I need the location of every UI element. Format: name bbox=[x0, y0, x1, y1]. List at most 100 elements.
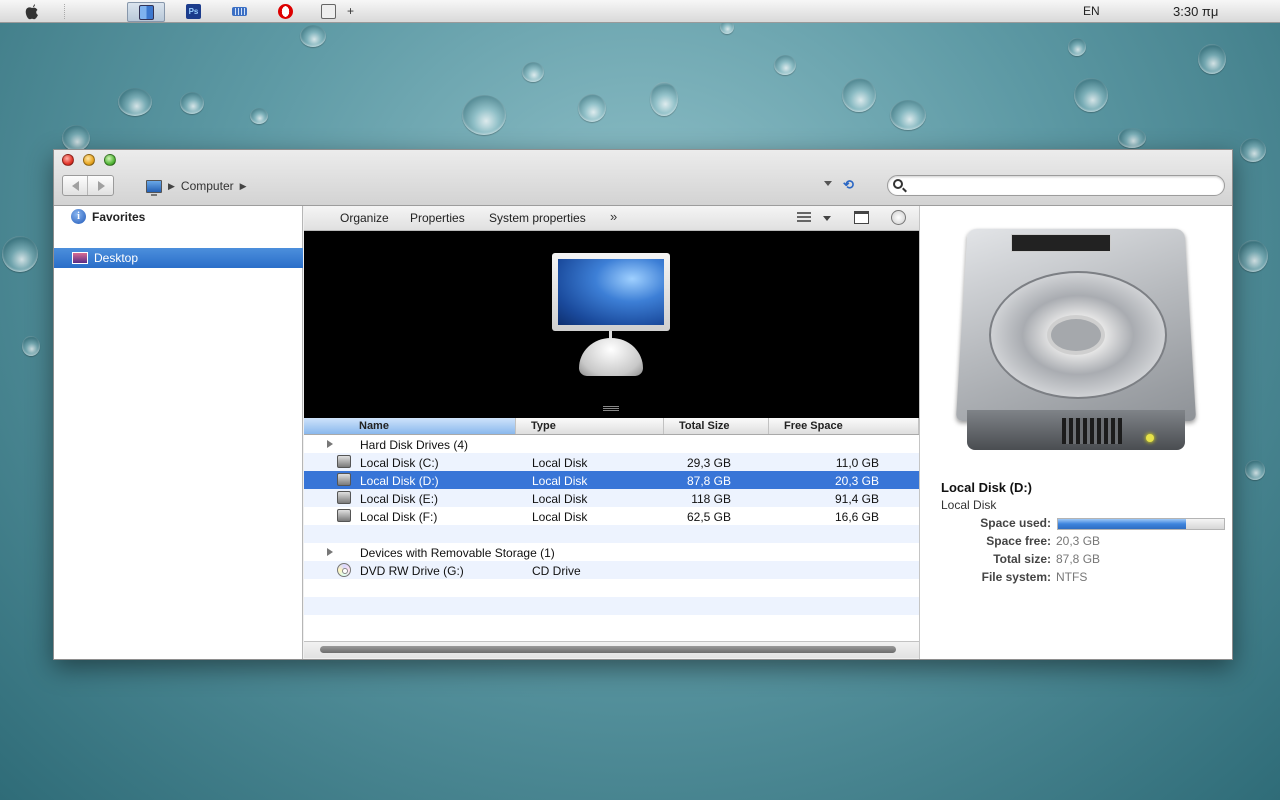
sidebar-favorites[interactable]: i Favorites bbox=[71, 209, 145, 224]
cell-name: Local Disk (D:) bbox=[360, 474, 439, 488]
group-header-hard-disks[interactable]: Hard Disk Drives (4) bbox=[304, 435, 919, 453]
table-row[interactable]: Local Disk (C:) Local Disk 29,3 GB 11,0 … bbox=[304, 453, 919, 471]
hdd-hub bbox=[1047, 315, 1105, 355]
more-commands-button[interactable]: » bbox=[610, 209, 617, 224]
breadcrumb-computer[interactable]: Computer bbox=[181, 179, 234, 193]
column-header-name[interactable]: Name bbox=[304, 418, 516, 434]
space-used-bar-fill bbox=[1058, 519, 1186, 529]
cell-total-size: 87,8 GB bbox=[687, 474, 731, 488]
group-header-removable[interactable]: Devices with Removable Storage (1) bbox=[304, 543, 919, 561]
imac-base bbox=[579, 338, 643, 376]
list-header: Name Type Total Size Free Space bbox=[304, 418, 919, 435]
cell-total-size: 118 GB bbox=[691, 492, 731, 506]
imac-illustration bbox=[552, 253, 670, 379]
back-button[interactable] bbox=[63, 176, 88, 195]
breadcrumb-chevron-icon[interactable]: ▶ bbox=[168, 181, 175, 192]
water-drop bbox=[462, 95, 506, 135]
refresh-icon[interactable]: ⟲ bbox=[843, 177, 859, 191]
view-options-icon[interactable] bbox=[797, 212, 811, 223]
opera-icon bbox=[278, 4, 293, 19]
cell-name: Local Disk (C:) bbox=[360, 456, 439, 470]
computer-icon[interactable] bbox=[146, 180, 162, 193]
add-taskbar-item-button[interactable]: + bbox=[347, 4, 354, 18]
command-toolbar: Organize Properties System properties » bbox=[304, 206, 919, 231]
expand-triangle-icon[interactable] bbox=[327, 440, 333, 448]
column-header-free-space[interactable]: Free Space bbox=[769, 418, 919, 434]
imac-screen bbox=[552, 253, 670, 331]
table-row[interactable]: Local Disk (E:) Local Disk 118 GB 91,4 G… bbox=[304, 489, 919, 507]
details-space-free: Space free: 20,3 GB bbox=[920, 532, 1233, 550]
water-drop bbox=[2, 236, 38, 272]
system-properties-button[interactable]: System properties bbox=[489, 211, 586, 225]
horizontal-scrollbar[interactable] bbox=[304, 641, 919, 658]
expand-triangle-icon[interactable] bbox=[327, 548, 333, 556]
scrollbar-thumb[interactable] bbox=[320, 646, 896, 653]
water-drop bbox=[1074, 78, 1108, 112]
language-indicator[interactable]: EN bbox=[1083, 4, 1100, 18]
water-drop bbox=[890, 100, 926, 130]
breadcrumb: ▶ Computer ▶ bbox=[146, 178, 247, 194]
clock[interactable]: 3:30 πμ bbox=[1173, 4, 1218, 19]
taskbar-opera-button[interactable] bbox=[267, 2, 305, 22]
empty-row bbox=[304, 579, 919, 597]
resize-grip[interactable] bbox=[603, 406, 619, 411]
sidebar-favorites-label: Favorites bbox=[92, 210, 145, 224]
preview-pane-icon[interactable] bbox=[854, 211, 869, 224]
cell-name: DVD RW Drive (G:) bbox=[360, 564, 464, 578]
water-drop bbox=[650, 82, 678, 116]
table-row-selected[interactable]: Local Disk (D:) Local Disk 87,8 GB 20,3 … bbox=[304, 471, 919, 489]
address-dropdown-icon[interactable] bbox=[824, 181, 832, 186]
favorites-info-icon: i bbox=[71, 209, 86, 224]
search-box[interactable] bbox=[887, 175, 1225, 196]
cell-free-space: 11,0 GB bbox=[836, 456, 879, 470]
properties-button[interactable]: Properties bbox=[410, 211, 465, 225]
cell-type: Local Disk bbox=[532, 510, 587, 524]
water-drop bbox=[774, 55, 796, 75]
view-dropdown-icon[interactable] bbox=[823, 216, 831, 221]
file-system-value: NTFS bbox=[1056, 570, 1087, 584]
table-row[interactable]: Local Disk (F:) Local Disk 62,5 GB 16,6 … bbox=[304, 507, 919, 525]
keyboard-icon bbox=[232, 7, 247, 16]
close-button[interactable] bbox=[62, 154, 74, 166]
space-used-bar bbox=[1057, 518, 1225, 530]
column-header-total-size[interactable]: Total Size bbox=[664, 418, 769, 434]
explorer-window: ▶ Computer ▶ ⟲ i Favorites Desktop Organ… bbox=[53, 149, 1233, 660]
water-drop bbox=[1198, 44, 1226, 74]
minimize-button[interactable] bbox=[83, 154, 95, 166]
details-file-system: File system: NTFS bbox=[920, 568, 1233, 586]
water-drop bbox=[180, 92, 204, 114]
water-drop bbox=[1238, 240, 1268, 272]
apple-icon[interactable] bbox=[24, 3, 40, 20]
hard-disk-icon bbox=[337, 473, 351, 486]
navigation-buttons bbox=[62, 175, 114, 196]
group-label: Devices with Removable Storage (1) bbox=[360, 546, 555, 560]
forward-button[interactable] bbox=[89, 176, 114, 195]
maximize-button[interactable] bbox=[104, 154, 116, 166]
group-label: Hard Disk Drives (4) bbox=[360, 438, 468, 452]
hdd-led bbox=[1146, 434, 1154, 442]
search-icon bbox=[893, 179, 903, 189]
water-drop bbox=[22, 336, 40, 356]
empty-row bbox=[304, 525, 919, 543]
sidebar-item-label: Desktop bbox=[94, 251, 138, 265]
taskbar-finder-button[interactable] bbox=[127, 2, 165, 22]
search-input[interactable] bbox=[910, 178, 1210, 193]
taskbar-photoshop-button[interactable]: Ps bbox=[175, 2, 213, 22]
cell-total-size: 62,5 GB bbox=[687, 510, 731, 524]
help-icon[interactable] bbox=[891, 210, 906, 225]
water-drop bbox=[250, 108, 268, 124]
water-drop bbox=[118, 88, 152, 116]
title-bar: ▶ Computer ▶ ⟲ bbox=[54, 150, 1232, 206]
drive-list: Name Type Total Size Free Space Hard Dis… bbox=[304, 418, 919, 641]
column-header-type[interactable]: Type bbox=[516, 418, 664, 434]
sidebar-item-desktop[interactable]: Desktop bbox=[54, 248, 303, 268]
taskbar-keyboard-button[interactable] bbox=[221, 2, 259, 22]
table-row[interactable]: DVD RW Drive (G:) CD Drive bbox=[304, 561, 919, 579]
organize-button[interactable]: Organize bbox=[340, 211, 389, 225]
total-size-label: Total size: bbox=[993, 552, 1051, 566]
navigation-sidebar: i Favorites Desktop bbox=[54, 206, 303, 659]
taskbar-screenshot-button[interactable] bbox=[310, 2, 348, 22]
cell-type: CD Drive bbox=[532, 564, 581, 578]
dvd-drive-icon bbox=[337, 563, 351, 577]
breadcrumb-chevron-icon[interactable]: ▶ bbox=[240, 181, 247, 192]
